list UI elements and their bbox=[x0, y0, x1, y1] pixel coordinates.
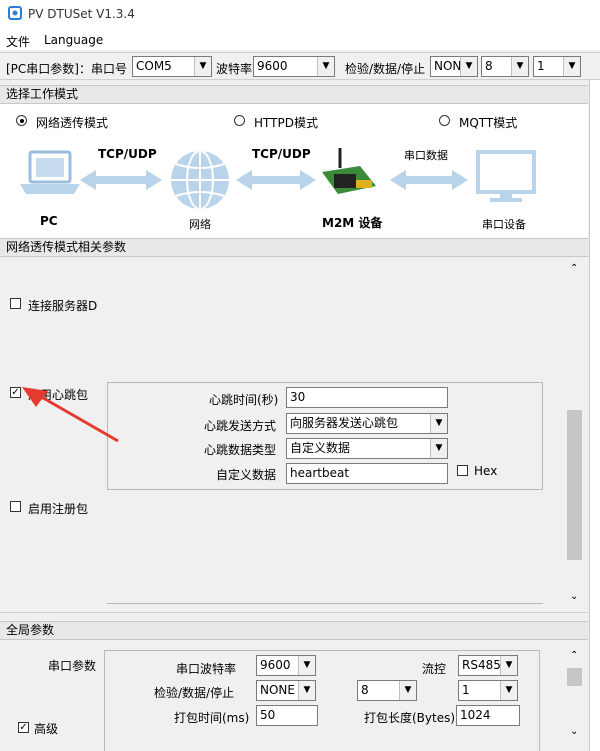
mode-option-mqtt[interactable]: MQTT模式 bbox=[459, 114, 517, 131]
serial-toolbar: [PC串口参数]：串口号 COM5 ▼ 波特率 9600 ▼ 检验/数据/停止 NO… bbox=[0, 52, 600, 80]
global-data-bits-select[interactable]: 8 ▼ bbox=[357, 680, 417, 701]
data-type-label: 心跳数据类型 bbox=[204, 443, 277, 457]
custom-data-label: 自定义数据 bbox=[216, 468, 277, 482]
diagram-link1-label: TCP/UDP bbox=[98, 147, 157, 161]
heartbeat-time-label: 心跳时间(秒) bbox=[209, 393, 279, 407]
flow-label: 流控 bbox=[422, 662, 447, 676]
right-log-panel bbox=[589, 80, 600, 751]
chevron-down-icon: ▼ bbox=[500, 656, 517, 675]
double-arrow-1 bbox=[80, 170, 162, 190]
diagram-m2m-label: M2M 设备 bbox=[322, 216, 383, 230]
advanced-label[interactable]: 高级 bbox=[34, 720, 58, 737]
chevron-down-icon: ▼ bbox=[460, 57, 477, 76]
global-stop-bits-select[interactable]: 1 ▼ bbox=[458, 680, 518, 701]
custom-data-input[interactable]: heartbeat bbox=[286, 463, 448, 484]
connect-server-label[interactable]: 连接服务器D bbox=[28, 297, 97, 314]
radio-mqtt-mode[interactable] bbox=[439, 115, 450, 126]
mode-option-httpd[interactable]: HTTPD模式 bbox=[254, 114, 318, 131]
pc-serial-label: [PC串口参数]：串口号 bbox=[6, 62, 127, 76]
register-enable-label[interactable]: 启用注册包 bbox=[28, 500, 88, 517]
baud-label: 波特率 bbox=[216, 62, 253, 76]
pack-len-input[interactable]: 1024 bbox=[456, 705, 520, 726]
chevron-down-icon: ▼ bbox=[194, 57, 211, 76]
pack-time-label: 打包时间(ms) bbox=[174, 711, 250, 725]
send-mode-label: 心跳发送方式 bbox=[204, 419, 277, 433]
stop-bits-select[interactable]: 1 ▼ bbox=[533, 56, 581, 77]
radio-network-mode[interactable] bbox=[16, 115, 27, 126]
chevron-down-icon: ▼ bbox=[430, 439, 447, 458]
title-bar: PV DTUSet V1.3.4 bbox=[0, 0, 600, 30]
diagram-pc-label: PC bbox=[40, 214, 58, 228]
chevron-down-icon: ▼ bbox=[430, 414, 447, 433]
chevron-down-icon: ▼ bbox=[500, 681, 517, 700]
flow-select[interactable]: RS485 ▼ bbox=[458, 655, 518, 676]
scroll-down-icon[interactable]: ⌄ bbox=[570, 591, 578, 602]
radio-httpd-mode[interactable] bbox=[234, 115, 245, 126]
scroll-up-icon[interactable]: ⌃ bbox=[570, 650, 578, 661]
serial-params-label: 串口参数 bbox=[48, 659, 97, 673]
data-type-select[interactable]: 自定义数据 ▼ bbox=[286, 438, 448, 459]
global-scrollbar[interactable]: ⌃ ⌄ bbox=[566, 646, 583, 746]
diagram-link2-label: TCP/UDP bbox=[252, 147, 311, 161]
group-bottom-edge bbox=[107, 603, 543, 604]
params-panel: 连接服务器D ✓ 启用心跳包 心跳时间(秒) 30 心跳发送方式 向服务器发送心… bbox=[0, 257, 588, 613]
global-baud-select[interactable]: 9600 ▼ bbox=[256, 655, 316, 676]
globe-icon bbox=[171, 150, 229, 210]
params-section-header: 网络透传模式相关参数 bbox=[0, 238, 588, 257]
advanced-checkbox[interactable]: ✓ bbox=[18, 722, 29, 733]
register-checkbox[interactable] bbox=[10, 501, 21, 512]
hex-label[interactable]: Hex bbox=[474, 464, 497, 478]
menu-file[interactable]: 文件 bbox=[6, 33, 30, 50]
parity-label: 检验/数据/停止 bbox=[345, 62, 426, 76]
mode-section-header: 选择工作模式 bbox=[0, 85, 588, 104]
global-panel: 串口参数 串口波特率 9600 ▼ 流控 RS485 ▼ 检验/数据/停止 NONE… bbox=[0, 640, 588, 751]
double-arrow-2 bbox=[236, 170, 316, 190]
diagram-network-label: 网络 bbox=[189, 218, 211, 231]
pack-time-input[interactable]: 50 bbox=[256, 705, 318, 726]
params-scrollbar[interactable]: ⌃ ⌄ bbox=[566, 257, 583, 609]
double-arrow-3 bbox=[390, 170, 468, 190]
monitor-icon bbox=[476, 150, 536, 202]
laptop-icon bbox=[20, 150, 80, 194]
chevron-down-icon: ▼ bbox=[317, 57, 334, 76]
diagram-serial-device-label: 串口设备 bbox=[482, 218, 526, 231]
pack-len-label: 打包长度(Bytes) bbox=[364, 711, 456, 725]
connect-server-checkbox[interactable] bbox=[10, 298, 21, 309]
scroll-thumb[interactable] bbox=[567, 410, 582, 560]
heartbeat-time-input[interactable]: 30 bbox=[286, 387, 448, 408]
scroll-down-icon[interactable]: ⌄ bbox=[570, 726, 578, 737]
baud-select[interactable]: 9600 ▼ bbox=[253, 56, 335, 77]
mode-option-network[interactable]: 网络透传模式 bbox=[36, 114, 108, 131]
chevron-down-icon: ▼ bbox=[298, 681, 315, 700]
diagram-link3-label: 串口数据 bbox=[404, 149, 448, 162]
chevron-down-icon: ▼ bbox=[298, 656, 315, 675]
m2m-device-icon bbox=[322, 148, 376, 194]
global-baud-label: 串口波特率 bbox=[176, 662, 237, 676]
com-port-select[interactable]: COM5 ▼ bbox=[132, 56, 212, 77]
scroll-thumb[interactable] bbox=[567, 668, 582, 686]
app-icon bbox=[8, 6, 22, 20]
global-parity-label: 检验/数据/停止 bbox=[154, 686, 235, 700]
hex-checkbox[interactable] bbox=[457, 465, 468, 476]
window-title: PV DTUSet V1.3.4 bbox=[28, 7, 135, 21]
chevron-down-icon: ▼ bbox=[511, 57, 528, 76]
global-parity-select[interactable]: NONE ▼ bbox=[256, 680, 316, 701]
global-section-header: 全局参数 bbox=[0, 621, 588, 640]
parity-select[interactable]: NONI ▼ bbox=[430, 56, 478, 77]
menu-bar: 文件 Language bbox=[0, 30, 600, 50]
scroll-up-icon[interactable]: ⌃ bbox=[570, 263, 578, 274]
menu-language[interactable]: Language bbox=[44, 33, 103, 47]
annotation-arrow-icon bbox=[22, 387, 119, 443]
mode-panel: 网络透传模式 HTTPD模式 MQTT模式 PC TCP/UDP 网络 TCP/… bbox=[0, 104, 588, 238]
chevron-down-icon: ▼ bbox=[563, 57, 580, 76]
data-bits-select[interactable]: 8 ▼ bbox=[481, 56, 529, 77]
chevron-down-icon: ▼ bbox=[399, 681, 416, 700]
send-mode-select[interactable]: 向服务器发送心跳包 ▼ bbox=[286, 413, 448, 434]
